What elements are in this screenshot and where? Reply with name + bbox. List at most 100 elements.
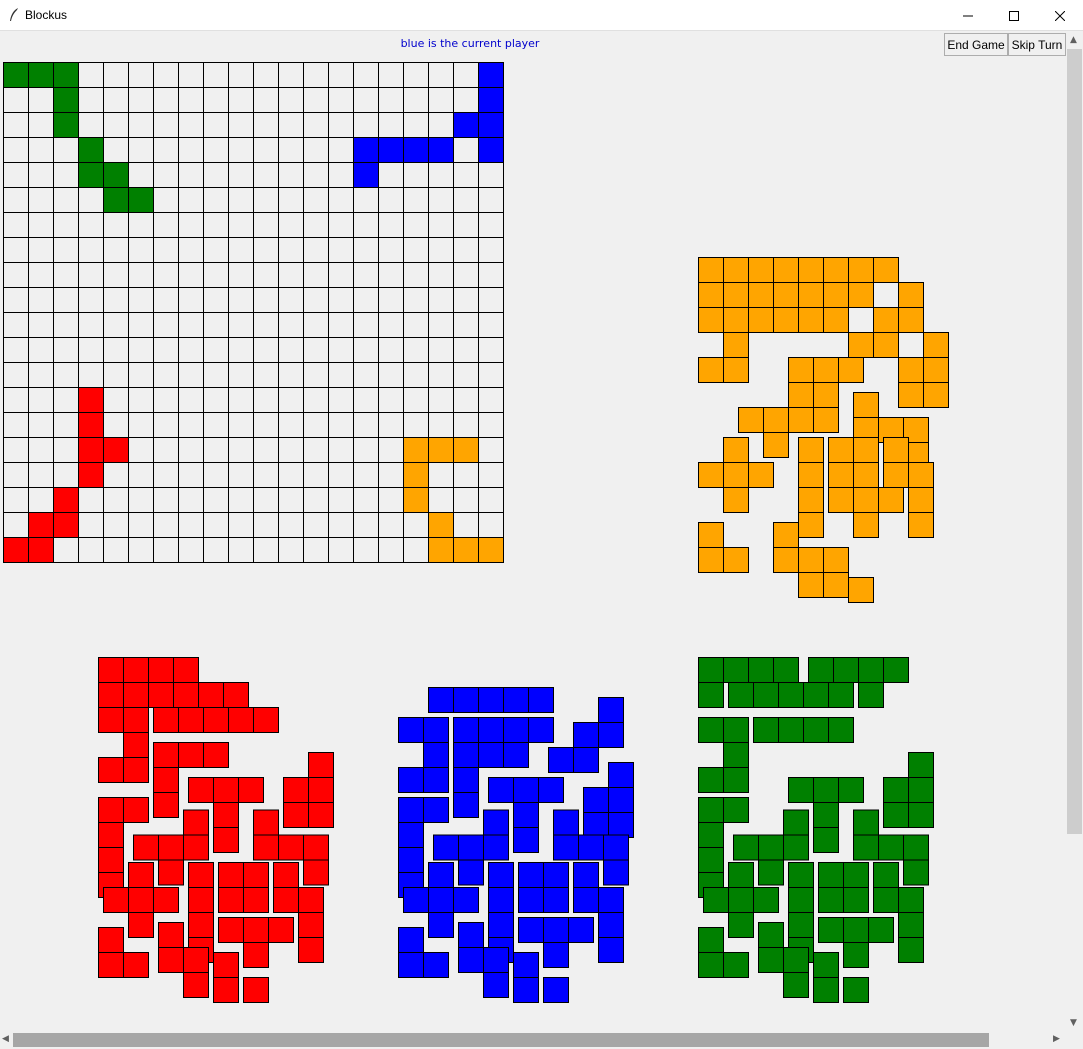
piece-square[interactable]: [583, 787, 609, 813]
board-cell[interactable]: [353, 437, 379, 463]
piece-square[interactable]: [153, 792, 179, 818]
board-cell[interactable]: [203, 537, 229, 563]
piece-square[interactable]: [883, 437, 909, 463]
board-cell-blue[interactable]: [478, 62, 504, 88]
piece-square[interactable]: [553, 809, 579, 836]
piece-square[interactable]: [423, 717, 449, 743]
board-cell[interactable]: [78, 487, 104, 513]
board-cell[interactable]: [253, 237, 279, 263]
piece-square[interactable]: [453, 717, 479, 743]
board-cell[interactable]: [178, 412, 204, 438]
board-cell[interactable]: [278, 412, 304, 438]
piece-square[interactable]: [778, 682, 804, 708]
board-cell[interactable]: [303, 437, 329, 463]
piece-square[interactable]: [158, 922, 184, 948]
board-cell[interactable]: [228, 387, 254, 413]
piece-square[interactable]: [103, 887, 129, 913]
piece-square[interactable]: [203, 707, 229, 733]
board-cell[interactable]: [428, 287, 454, 313]
piece-square[interactable]: [308, 752, 334, 778]
board-cell[interactable]: [378, 262, 404, 288]
piece-square[interactable]: [908, 487, 934, 513]
piece-square[interactable]: [158, 947, 184, 973]
board-cell[interactable]: [78, 337, 104, 363]
minimize-button[interactable]: [945, 0, 991, 31]
board-cell[interactable]: [203, 287, 229, 313]
board-cell[interactable]: [378, 287, 404, 313]
board-cell[interactable]: [378, 162, 404, 188]
board-cell[interactable]: [203, 237, 229, 263]
board-cell[interactable]: [428, 412, 454, 438]
board-cell[interactable]: [303, 112, 329, 138]
board-cell[interactable]: [328, 512, 354, 538]
board-cell[interactable]: [478, 362, 504, 388]
board-cell[interactable]: [178, 362, 204, 388]
piece-square[interactable]: [573, 862, 599, 888]
piece-square[interactable]: [788, 912, 814, 938]
board-cell[interactable]: [403, 312, 429, 338]
board-cell[interactable]: [378, 437, 404, 463]
piece-square[interactable]: [308, 802, 334, 828]
piece-square[interactable]: [243, 977, 269, 1003]
piece-square[interactable]: [298, 937, 324, 963]
piece-square[interactable]: [883, 777, 909, 803]
board-cell[interactable]: [103, 337, 129, 363]
board-cell[interactable]: [153, 337, 179, 363]
board-cell[interactable]: [453, 262, 479, 288]
board-cell[interactable]: [478, 412, 504, 438]
piece-square[interactable]: [283, 777, 309, 803]
board-cell[interactable]: [478, 187, 504, 213]
piece-square[interactable]: [723, 307, 749, 333]
board-cell[interactable]: [203, 187, 229, 213]
board-cell[interactable]: [303, 537, 329, 563]
board-cell[interactable]: [453, 487, 479, 513]
board-cell[interactable]: [53, 212, 79, 238]
piece-square[interactable]: [178, 742, 204, 768]
piece-square[interactable]: [818, 862, 844, 888]
board-cell[interactable]: [103, 362, 129, 388]
piece-square[interactable]: [203, 742, 229, 768]
board-cell[interactable]: [228, 62, 254, 88]
board-cell[interactable]: [3, 312, 29, 338]
board-cell[interactable]: [203, 262, 229, 288]
board-cell-blue[interactable]: [403, 137, 429, 163]
piece-square[interactable]: [853, 834, 879, 861]
board-cell-red[interactable]: [78, 412, 104, 438]
board-cell-green[interactable]: [28, 62, 54, 88]
piece-square[interactable]: [798, 257, 824, 283]
board-cell[interactable]: [328, 487, 354, 513]
piece-square[interactable]: [798, 487, 824, 513]
board-cell[interactable]: [28, 437, 54, 463]
piece-square[interactable]: [878, 487, 904, 513]
vertical-scrollbar[interactable]: ▲ ▼: [1066, 32, 1083, 1031]
piece-square[interactable]: [773, 547, 799, 573]
board-cell[interactable]: [178, 237, 204, 263]
piece-square[interactable]: [98, 757, 124, 783]
piece-green-19[interactable]: [843, 977, 869, 1003]
piece-square[interactable]: [458, 834, 484, 861]
board-cell[interactable]: [453, 362, 479, 388]
board-cell[interactable]: [228, 262, 254, 288]
piece-square[interactable]: [898, 307, 924, 333]
piece-square[interactable]: [158, 834, 184, 861]
piece-square[interactable]: [898, 887, 924, 913]
board-cell-green[interactable]: [53, 112, 79, 138]
board-cell[interactable]: [278, 212, 304, 238]
board-cell[interactable]: [153, 362, 179, 388]
piece-square[interactable]: [503, 687, 529, 713]
piece-square[interactable]: [183, 834, 209, 861]
board-cell[interactable]: [78, 187, 104, 213]
piece-square[interactable]: [223, 682, 249, 708]
board-cell-orange[interactable]: [453, 537, 479, 563]
piece-square[interactable]: [123, 707, 149, 733]
board-cell[interactable]: [228, 212, 254, 238]
board-cell[interactable]: [203, 137, 229, 163]
board-cell-blue[interactable]: [478, 112, 504, 138]
board-cell[interactable]: [178, 512, 204, 538]
board-cell[interactable]: [378, 462, 404, 488]
piece-square[interactable]: [758, 947, 784, 973]
board-cell[interactable]: [403, 337, 429, 363]
piece-square[interactable]: [853, 462, 879, 488]
game-canvas[interactable]: [0, 32, 1066, 1031]
board-cell[interactable]: [378, 337, 404, 363]
